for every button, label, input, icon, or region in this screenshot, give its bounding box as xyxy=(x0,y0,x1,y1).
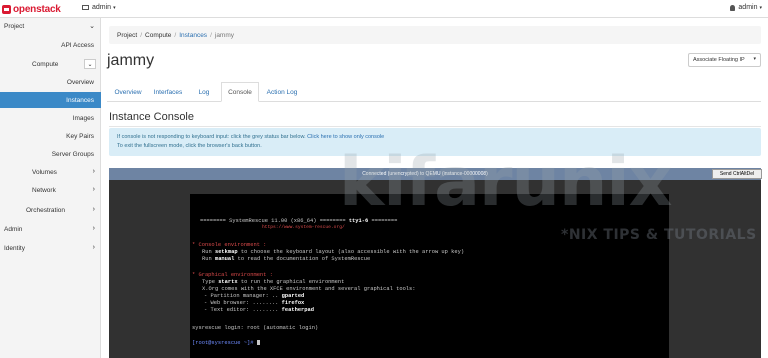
associate-floating-ip-button[interactable]: Associate Floating IP ▾ xyxy=(688,53,761,67)
sidebar-item-label: Compute xyxy=(32,60,59,68)
sidebar-item-label: Project xyxy=(4,22,25,30)
sidebar-item-overview[interactable]: Overview xyxy=(0,74,101,90)
info-line-1: If console is not responding to keyboard… xyxy=(117,134,306,140)
project-label: admin xyxy=(92,4,112,11)
breadcrumb-project[interactable]: Project xyxy=(117,32,137,39)
chevron-right-icon: › xyxy=(92,186,95,193)
sidebar-item-api-access[interactable]: API Access xyxy=(0,37,101,53)
sidebar-item-identity[interactable]: Identity › xyxy=(0,240,101,256)
tab-interfaces[interactable]: Interfaces xyxy=(149,82,187,102)
divider xyxy=(109,126,761,127)
chevron-right-icon: › xyxy=(92,244,95,251)
cursor xyxy=(256,340,260,345)
sidebar-item-compute[interactable]: Compute ⌄ xyxy=(0,56,101,72)
sidebar-item-server-groups[interactable]: Server Groups xyxy=(0,146,101,162)
sidebar: Project ⌄ API Access Compute ⌄ Overview … xyxy=(0,18,101,358)
console-browser-line: - Web browser: ........ firefox xyxy=(204,300,305,306)
console-prompt-line: [root@sysrescue ~]# xyxy=(192,340,260,347)
sidebar-item-label: Orchestration xyxy=(26,206,66,214)
watermark: kifarunix *NIX TIPS & TUTORIALS xyxy=(331,143,768,253)
brand-name: openstack xyxy=(13,3,61,15)
chevron-down-icon: ⌄ xyxy=(89,23,95,30)
chevron-right-icon: › xyxy=(92,168,95,175)
breadcrumb: Project / Compute / Instances / jammy xyxy=(109,26,761,44)
sidebar-item-label: Key Pairs xyxy=(66,132,94,140)
sidebar-item-label: Server Groups xyxy=(51,150,94,158)
console-startx-line: Type startx to run the graphical environ… xyxy=(202,279,345,285)
tab-console[interactable]: Console xyxy=(221,82,259,102)
project-icon xyxy=(82,5,89,10)
associate-floating-ip-label: Associate Floating IP xyxy=(693,57,745,63)
sidebar-item-label: Network xyxy=(32,186,56,194)
caret-down-icon: ▾ xyxy=(113,4,116,11)
caret-down-icon[interactable]: ▾ xyxy=(753,56,756,62)
sidebar-item-label: Overview xyxy=(66,78,94,86)
chevron-right-icon: › xyxy=(92,225,95,232)
user-menu[interactable]: admin ▾ xyxy=(730,4,762,11)
sidebar-item-label: Volumes xyxy=(32,168,57,176)
breadcrumb-current: jammy xyxy=(214,31,235,39)
user-label: admin xyxy=(738,4,758,11)
tab-overview[interactable]: Overview xyxy=(111,82,145,102)
sidebar-item-orchestration[interactable]: Orchestration › xyxy=(0,202,101,218)
top-navbar: openstack admin ▾ admin ▾ xyxy=(0,0,768,18)
instance-tabs: Overview Interfaces Log Console Action L… xyxy=(107,82,761,102)
console-env-heading: * Console environment : xyxy=(192,242,267,248)
sidebar-item-project[interactable]: Project ⌄ xyxy=(0,18,101,34)
breadcrumb-instances[interactable]: Instances xyxy=(179,32,207,39)
sidebar-item-label: Instances xyxy=(66,96,94,104)
user-icon xyxy=(730,4,736,11)
main-content: Project / Compute / Instances / jammy ja… xyxy=(101,18,768,358)
caret-down-icon: ▾ xyxy=(759,4,762,11)
sidebar-item-label: API Access xyxy=(61,41,94,49)
page-title: jammy xyxy=(107,52,155,69)
console-partition-line: - Partition manager: .. gparted xyxy=(204,293,305,299)
tab-action-log[interactable]: Action Log xyxy=(263,82,301,102)
console-editor-line: - Text editor: ........ featherpad xyxy=(204,307,314,313)
sidebar-item-network[interactable]: Network › xyxy=(0,182,101,198)
watermark-text: kifarunix xyxy=(339,143,673,222)
sidebar-item-label: Images xyxy=(72,114,94,122)
sidebar-item-admin[interactable]: Admin › xyxy=(0,221,101,237)
console-manual-line: Run manual to read the documentation of … xyxy=(202,256,371,262)
watermark-tagline: *NIX TIPS & TUTORIALS xyxy=(561,227,757,243)
console-login-line: sysrescue login: root (automatic login) xyxy=(192,325,319,331)
section-title: Instance Console xyxy=(109,111,194,123)
console-xorg-line: X.Org comes with the XFCE environment an… xyxy=(202,286,416,292)
sidebar-item-label: Identity xyxy=(4,244,25,252)
project-selector[interactable]: admin ▾ xyxy=(82,4,116,11)
sidebar-item-images[interactable]: Images xyxy=(0,110,101,126)
show-only-console-link[interactable]: Click here to show only console xyxy=(307,134,384,140)
sidebar-item-key-pairs[interactable]: Key Pairs xyxy=(0,128,101,144)
openstack-logo[interactable]: openstack xyxy=(2,3,61,15)
sidebar-item-volumes[interactable]: Volumes › xyxy=(0,164,101,180)
breadcrumb-compute[interactable]: Compute xyxy=(145,32,171,39)
chevron-down-icon: ⌄ xyxy=(84,59,96,69)
sidebar-item-instances[interactable]: Instances xyxy=(0,92,101,108)
tab-log[interactable]: Log xyxy=(195,82,213,102)
openstack-logo-icon xyxy=(2,4,11,14)
chevron-right-icon: › xyxy=(92,206,95,213)
sidebar-item-label: Admin xyxy=(4,225,23,233)
console-gfx-heading: * Graphical environment : xyxy=(192,272,273,278)
